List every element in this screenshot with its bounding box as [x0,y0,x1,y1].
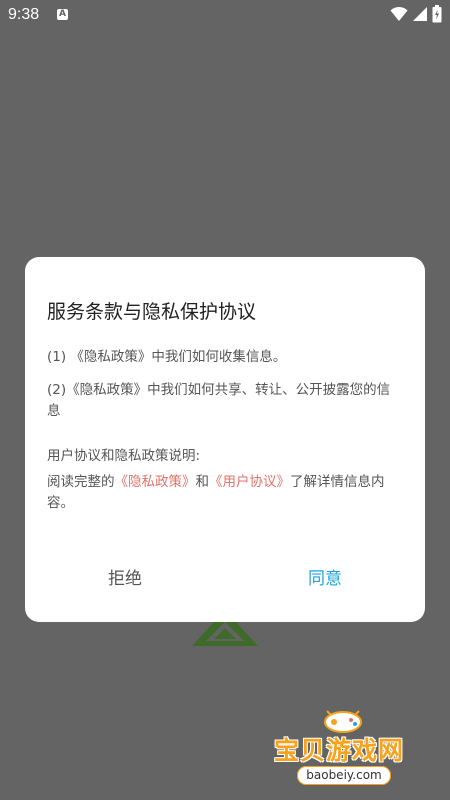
cellular-signal-icon [413,7,427,21]
connector-text: 和 [195,474,210,490]
wifi-icon [390,6,408,21]
dialog-body: (1) 《隐私政策》中我们如何收集信息。 (2)《隐私政策》中我们如何共享、转让… [47,347,403,526]
read-prefix: 阅读完整的 [47,474,115,490]
battery-icon [432,5,442,23]
status-bar: 9:38 A [0,0,450,32]
watermark-url: baobeiy.com [297,766,391,785]
status-time: 9:38 [8,6,40,23]
user-agreement-link[interactable]: 《用户协议》 [209,474,290,490]
watermark-title: 宝贝游戏网 [274,736,405,765]
notification-icon: A [57,9,68,20]
status-icons [390,5,442,23]
explanation-heading: 用户协议和隐私政策说明: [47,448,201,464]
dialog-title: 服务条款与隐私保护协议 [47,301,257,323]
dialog-buttons: 拒绝 同意 [25,559,425,599]
agree-button[interactable]: 同意 [255,559,395,599]
reject-button[interactable]: 拒绝 [55,559,195,599]
privacy-dialog: 服务条款与隐私保护协议 (1) 《隐私政策》中我们如何收集信息。 (2)《隐私政… [25,257,425,622]
read-instructions: 阅读完整的《隐私政策》和《用户协议》了解详情信息内容。 [47,472,403,514]
privacy-policy-link[interactable]: 《隐私政策》 [115,474,196,490]
policy-item-2: (2)《隐私政策》中我们如何共享、转让、公开披露您的信息 [47,382,391,419]
watermark: 宝贝游戏网 baobeiy.com [270,705,420,795]
policy-item-1: (1) 《隐私政策》中我们如何收集信息。 [47,349,287,365]
